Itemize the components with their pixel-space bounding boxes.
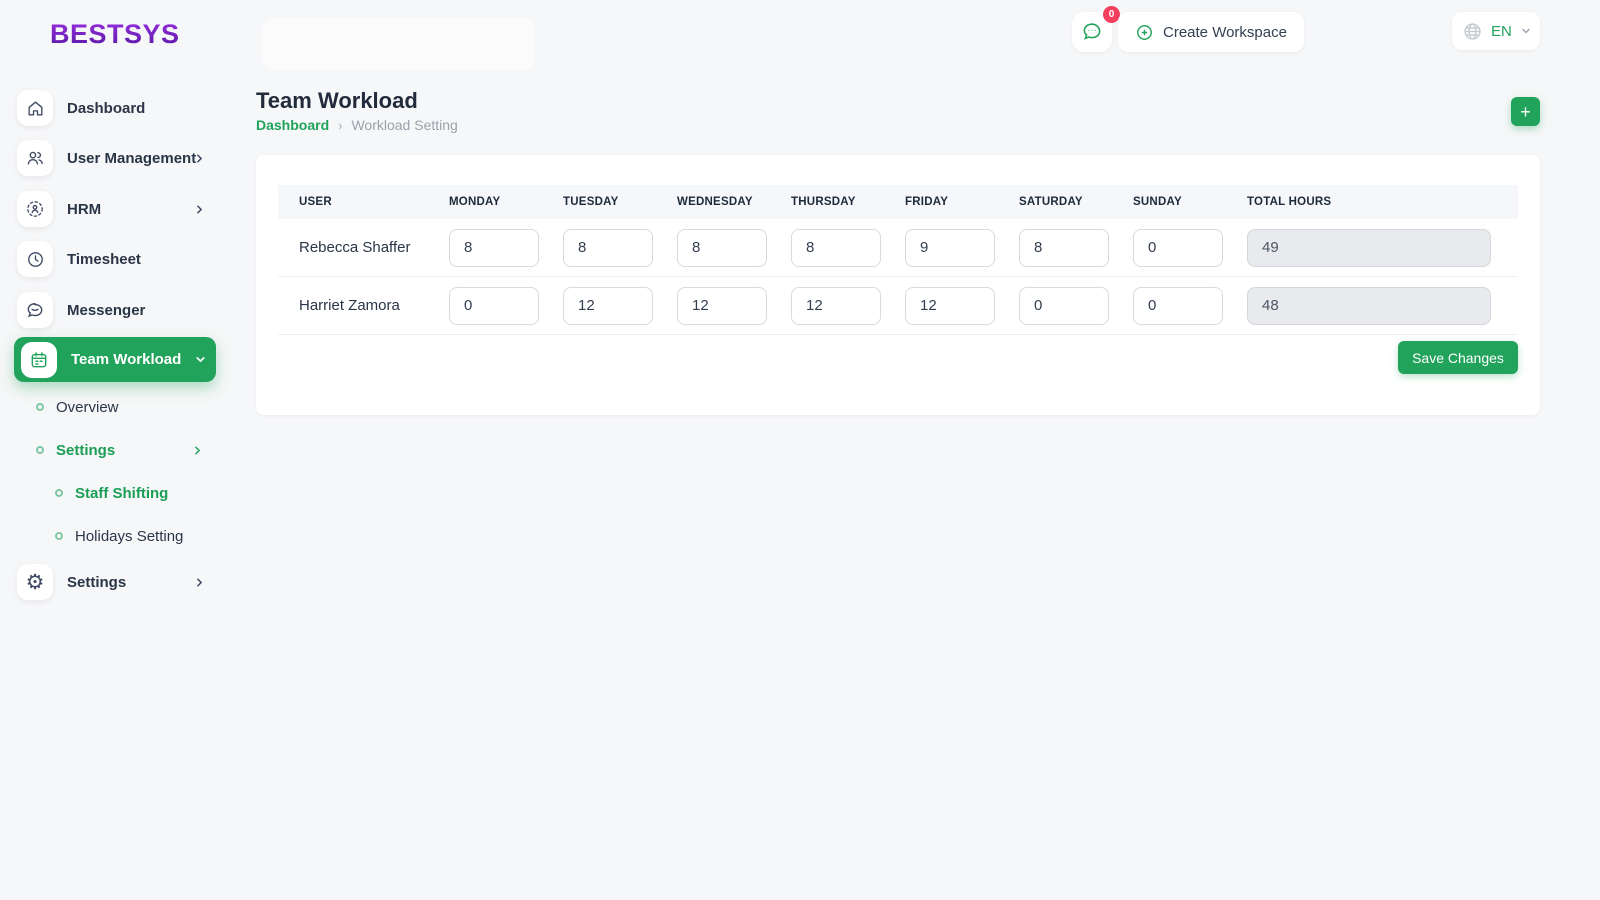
column-header: SUNDAY (1133, 196, 1247, 208)
breadcrumb-dashboard-link[interactable]: Dashboard (256, 117, 329, 133)
users-icon (17, 140, 53, 176)
table-header-row: USERMONDAYTUESDAYWEDNESDAYTHURSDAYFRIDAY… (278, 185, 1518, 219)
gear-icon: ⚙ (17, 564, 53, 600)
chevron-down-icon (1520, 25, 1532, 37)
sidebar-subitem-overview[interactable]: Overview (0, 389, 220, 425)
column-header: TUESDAY (563, 196, 677, 208)
breadcrumb-current: Workload Setting (351, 117, 457, 133)
column-header: THURSDAY (791, 196, 905, 208)
hours-input-saturday[interactable] (1019, 287, 1109, 325)
chevron-right-icon (193, 576, 206, 589)
breadcrumb-separator: › (338, 118, 342, 133)
subitem-label: Overview (56, 399, 119, 416)
chevron-right-icon (191, 444, 204, 457)
page-title: Team Workload (256, 88, 418, 114)
column-header: MONDAY (449, 196, 563, 208)
gear-glyph: ⚙ (26, 572, 45, 593)
sidebar-item-user-management[interactable]: User Management (0, 136, 220, 180)
user-name: Rebecca Shaffer (278, 239, 449, 256)
hours-input-sunday[interactable] (1133, 287, 1223, 325)
total-hours-value (1247, 287, 1491, 325)
hours-input-tuesday[interactable] (563, 229, 653, 267)
bullet-icon (36, 403, 44, 411)
sidebar-item-dashboard[interactable]: Dashboard (0, 86, 220, 130)
chevron-right-icon (193, 203, 206, 216)
language-code: EN (1491, 23, 1512, 40)
subitem-label: Holidays Setting (75, 528, 183, 545)
sidebar-item-team-workload[interactable]: Team Workload (14, 337, 216, 382)
hours-input-wednesday[interactable] (677, 229, 767, 267)
column-header: WEDNESDAY (677, 196, 791, 208)
sidebar-label: Timesheet (67, 251, 141, 268)
clock-icon (17, 241, 53, 277)
sidebar-label: HRM (67, 201, 101, 218)
hours-input-sunday[interactable] (1133, 229, 1223, 267)
subitem-label: Staff Shifting (75, 485, 168, 502)
hours-input-monday[interactable] (449, 287, 539, 325)
sidebar-label: User Management (67, 150, 196, 167)
hours-input-monday[interactable] (449, 229, 539, 267)
sidebar-label: Settings (67, 574, 126, 591)
plus-circle-icon (1135, 23, 1154, 42)
workload-card: USERMONDAYTUESDAYWEDNESDAYTHURSDAYFRIDAY… (256, 155, 1540, 415)
language-selector[interactable]: EN (1452, 12, 1540, 50)
messages-button[interactable]: 0 (1072, 12, 1112, 52)
sidebar-label: Dashboard (67, 100, 145, 117)
user-name: Harriet Zamora (278, 297, 449, 314)
sidebar-item-settings[interactable]: ⚙ Settings (0, 560, 220, 604)
hours-input-thursday[interactable] (791, 229, 881, 267)
sidebar-subitem-holidays-setting[interactable]: Holidays Setting (0, 518, 220, 554)
sidebar-subitem-staff-shifting[interactable]: Staff Shifting (0, 475, 220, 511)
hours-input-friday[interactable] (905, 229, 995, 267)
column-header: USER (278, 196, 449, 208)
sidebar-item-timesheet[interactable]: Timesheet (0, 237, 220, 281)
table-row: Rebecca Shaffer (278, 219, 1518, 277)
messenger-icon (17, 292, 53, 328)
column-header: TOTAL HOURS (1247, 196, 1518, 208)
hours-input-thursday[interactable] (791, 287, 881, 325)
chat-bubble-icon (1081, 21, 1103, 43)
create-workspace-button[interactable]: Create Workspace (1118, 12, 1304, 52)
bullet-icon (55, 532, 63, 540)
brand-logo: BESTSYS (50, 19, 180, 50)
breadcrumb: Dashboard › Workload Setting (256, 117, 458, 133)
add-button[interactable]: + (1511, 97, 1540, 126)
calendar-icon (21, 342, 57, 378)
bullet-icon (36, 446, 44, 454)
globe-icon (1462, 21, 1483, 42)
workload-table: USERMONDAYTUESDAYWEDNESDAYTHURSDAYFRIDAY… (278, 185, 1518, 335)
chevron-down-icon (194, 353, 207, 366)
bullet-icon (55, 489, 63, 497)
chevron-right-icon (193, 152, 206, 165)
home-icon (17, 90, 53, 126)
sidebar-item-messenger[interactable]: Messenger (0, 288, 220, 332)
sidebar-item-hrm[interactable]: HRM (0, 187, 220, 231)
hours-input-wednesday[interactable] (677, 287, 767, 325)
sidebar-subitem-settings[interactable]: Settings (0, 432, 220, 468)
create-workspace-label: Create Workspace (1163, 24, 1287, 41)
hours-input-friday[interactable] (905, 287, 995, 325)
hrm-icon (17, 191, 53, 227)
hours-input-saturday[interactable] (1019, 229, 1109, 267)
column-header: SATURDAY (1019, 196, 1133, 208)
sidebar-label: Team Workload (71, 351, 181, 368)
hours-input-tuesday[interactable] (563, 287, 653, 325)
sidebar-label: Messenger (67, 302, 145, 319)
table-row: Harriet Zamora (278, 277, 1518, 335)
column-header: FRIDAY (905, 196, 1019, 208)
subitem-label: Settings (56, 442, 115, 459)
search-area[interactable] (262, 18, 535, 70)
save-changes-button[interactable]: Save Changes (1398, 341, 1518, 374)
total-hours-value (1247, 229, 1491, 267)
